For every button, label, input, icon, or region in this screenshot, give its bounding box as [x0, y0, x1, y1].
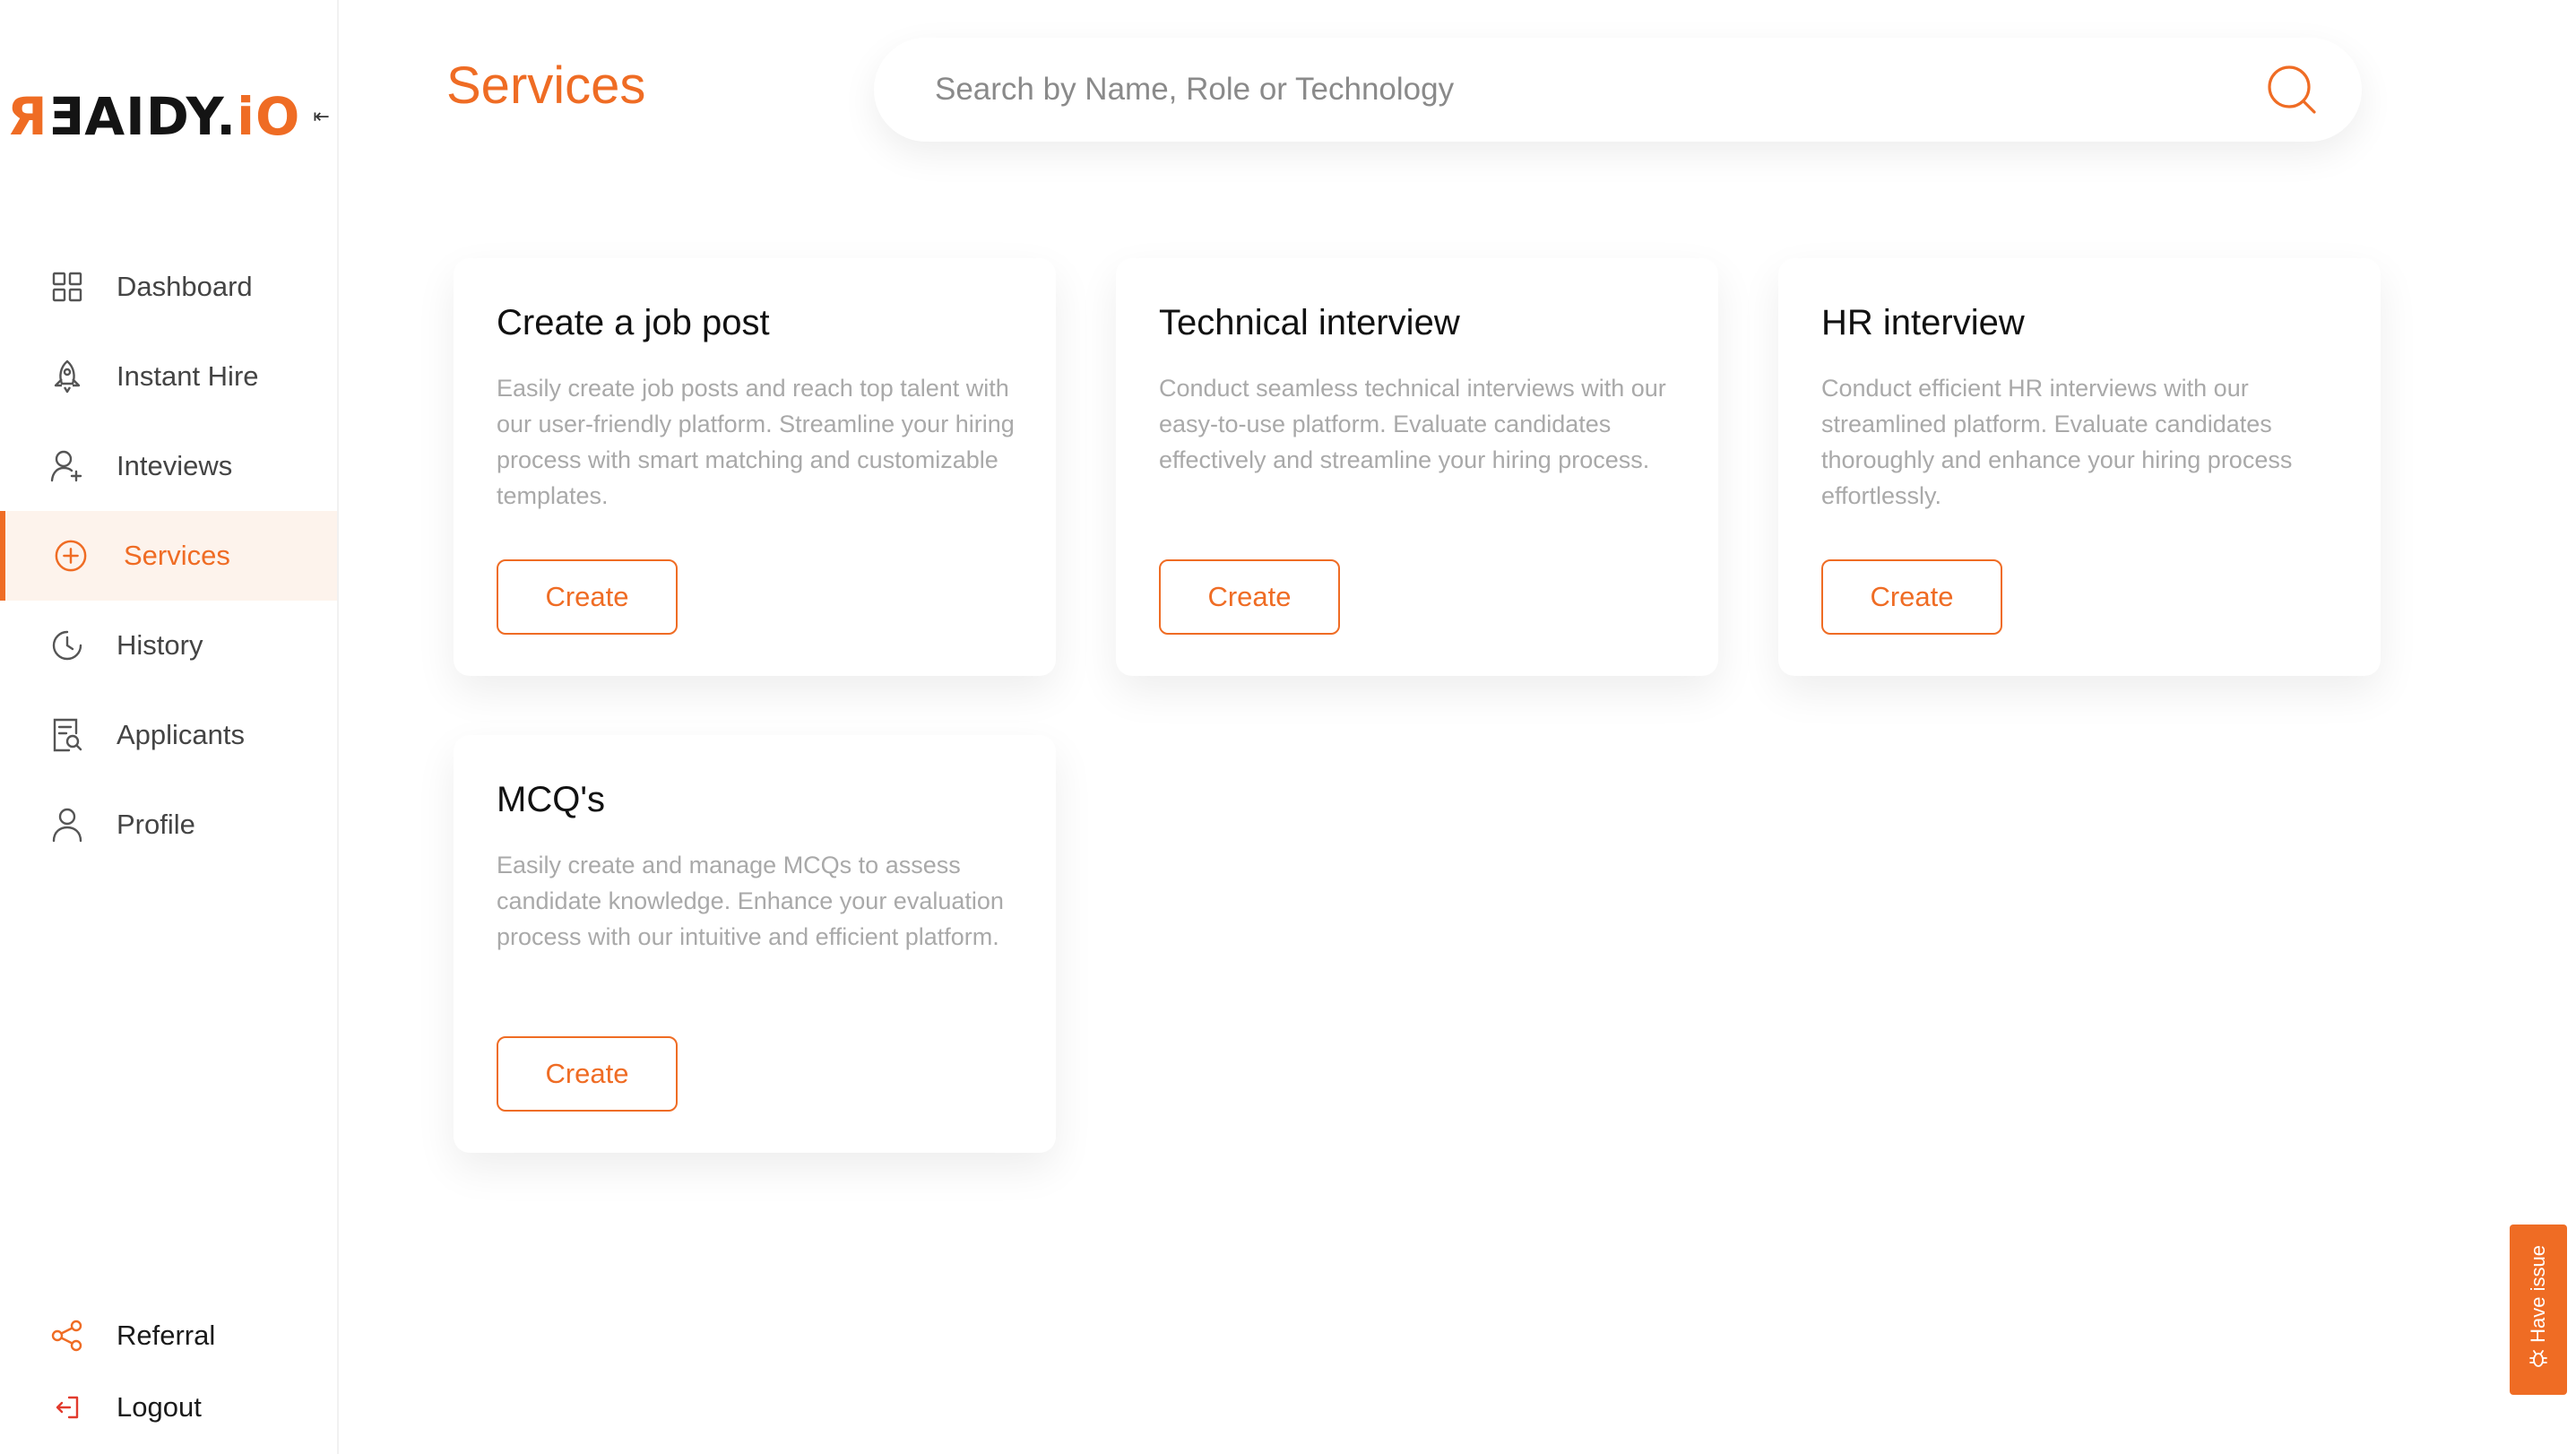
user-add-icon	[50, 449, 84, 483]
sidebar-item-dashboard[interactable]: Dashboard	[0, 242, 337, 332]
sidebar-item-profile[interactable]: Profile	[0, 780, 337, 870]
collapse-left-icon[interactable]: ⇤	[313, 106, 329, 128]
sidebar-item-logout[interactable]: Logout	[0, 1372, 337, 1443]
sidebar-item-label: Profile	[117, 809, 195, 840]
logo[interactable]: ЯƎAIDY.iO ⇤	[7, 86, 330, 147]
clock-icon	[50, 628, 84, 662]
sidebar-item-label: Inteviews	[117, 450, 233, 481]
card-description: Conduct efficient HR interviews with our…	[1821, 375, 2293, 509]
page-title: Services	[446, 56, 646, 115]
logout-icon	[50, 1390, 84, 1424]
sidebar-item-instant-hire[interactable]: Instant Hire	[0, 332, 337, 421]
rocket-icon	[50, 359, 84, 394]
create-technical-interview-button[interactable]: Create	[1159, 559, 1340, 635]
create-mcqs-button[interactable]: Create	[497, 1036, 678, 1112]
sidebar-item-label: Applicants	[117, 719, 246, 750]
sidebar-item-referral[interactable]: Referral	[0, 1300, 337, 1372]
card-title: Technical interview	[1159, 303, 1460, 342]
have-issue-tab[interactable]: Have issue	[2510, 1225, 2567, 1395]
card-description: Easily create job posts and reach top ta…	[497, 375, 1015, 509]
search-bar[interactable]	[874, 38, 2362, 142]
create-job-post-button[interactable]: Create	[497, 559, 678, 635]
sidebar-item-applicants[interactable]: Applicants	[0, 690, 337, 780]
sidebar-item-label: History	[117, 629, 203, 661]
document-search-icon	[50, 718, 84, 752]
card-title: HR interview	[1821, 303, 2025, 342]
sidebar-item-label: Instant Hire	[117, 360, 259, 392]
card-description: Easily create and manage MCQs to assess …	[497, 852, 1004, 950]
card-description: Conduct seamless technical interviews wi…	[1159, 375, 1666, 473]
create-hr-interview-button[interactable]: Create	[1821, 559, 2002, 635]
sidebar-item-label: Referral	[117, 1320, 216, 1351]
have-issue-label: Have issue	[2527, 1244, 2549, 1343]
sidebar-item-label: Services	[124, 540, 230, 571]
user-icon	[50, 808, 84, 843]
grid-icon	[50, 270, 84, 304]
sidebar-item-services[interactable]: Services	[0, 511, 337, 601]
service-card-hr-interview: HR interview Conduct efficient HR interv…	[1778, 258, 2381, 676]
service-card-technical-interview: Technical interview Conduct seamless tec…	[1116, 258, 1718, 676]
search-input[interactable]	[935, 72, 2265, 108]
plus-circle-icon	[54, 539, 88, 573]
service-card-job-post: Create a job post Easily create job post…	[454, 258, 1056, 676]
sidebar-item-label: Dashboard	[117, 271, 253, 302]
search-icon[interactable]	[2265, 63, 2319, 117]
logo-wordmark: ЯƎAIDY.iO	[7, 86, 301, 147]
sidebar-item-label: Logout	[117, 1391, 202, 1423]
card-title: MCQ's	[497, 780, 605, 819]
share-icon	[50, 1319, 84, 1353]
sidebar-item-history[interactable]: History	[0, 601, 337, 690]
card-title: Create a job post	[497, 303, 770, 342]
sidebar-nav: Dashboard Instant Hire Inteviews Service…	[0, 242, 337, 870]
bug-icon	[2528, 1349, 2548, 1374]
sidebar-item-interviews[interactable]: Inteviews	[0, 421, 337, 511]
service-card-mcqs: MCQ's Easily create and manage MCQs to a…	[454, 735, 1056, 1153]
sidebar-bottom-nav: Referral Logout	[0, 1300, 337, 1443]
sidebar: ЯƎAIDY.iO ⇤ Dashboard Instant Hire Intev…	[0, 0, 339, 1454]
